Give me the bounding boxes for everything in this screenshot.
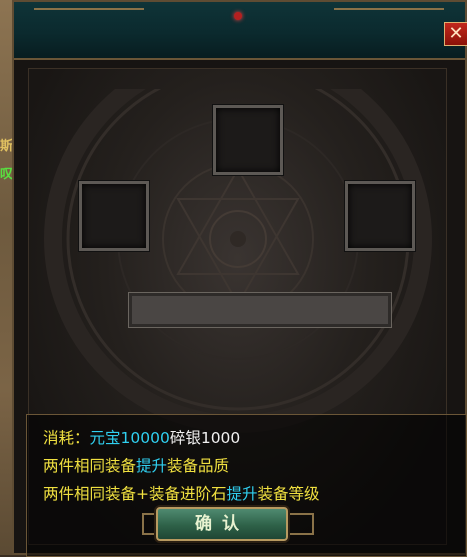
equipment-slot-left[interactable] [79,181,149,251]
line-highlight: 提升 [226,485,258,503]
quality-upgrade-line: 两件相同装备提升装备品质 [43,457,229,475]
line-text: 装备品质 [167,457,230,475]
title-ornament-left [34,8,144,28]
line-text: 两件相同装备+装备进阶石 [43,485,227,503]
title-gem-icon [234,12,242,20]
title-ornament-right [334,8,444,28]
close-button[interactable]: ✕ [444,22,467,46]
line-text: 装备等级 [257,485,320,503]
confirm-button[interactable]: 确认 [156,507,288,541]
line-text: 两件相同装备 [43,457,137,475]
level-upgrade-line: 两件相同装备+装备进阶石提升装备等级 [43,485,320,503]
line-highlight: 提升 [136,457,168,475]
equipment-slot-top[interactable] [213,105,283,175]
cost-line: 消耗：元宝10000碎银1000 [43,429,240,447]
cost-ingot: 元宝10000 [89,429,170,447]
button-ornament-right [290,513,314,535]
progress-bar [129,293,391,327]
upgrade-window: ✕ 消耗：元宝10000碎银1000 两件相同装备提升装备品质 两件相同装备+装… [12,0,467,557]
title-bar: ✕ [14,2,467,60]
close-icon: ✕ [448,23,464,44]
cost-label: 消耗： [43,429,90,447]
cost-silver: 碎银1000 [169,429,241,447]
equipment-slot-right[interactable] [345,181,415,251]
